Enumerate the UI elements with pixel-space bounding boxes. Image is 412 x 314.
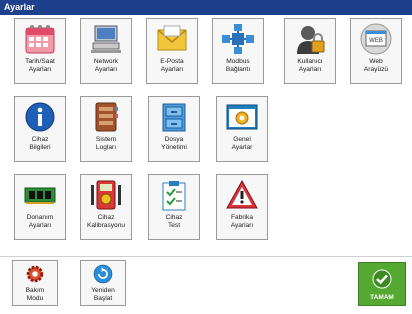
warning-icon (225, 179, 259, 211)
info-icon (23, 101, 57, 133)
tile-label: Yeniden Başlat (91, 287, 115, 302)
tile-label: Tarih/Saat Ayarları (25, 58, 55, 73)
tile-device-info[interactable]: Cihaz Bilgileri (14, 96, 66, 162)
tile-calibration[interactable]: Cihaz Kalibrasyonu (80, 174, 132, 240)
tile-web[interactable]: WEB Web Arayüzü (350, 18, 402, 84)
web-browser-icon: WEB (359, 23, 393, 55)
tile-user[interactable]: Kullanıcı Ayarları (284, 18, 336, 84)
tile-maintenance-mode[interactable]: Bakım Modu (12, 260, 58, 306)
tile-label: Donanım Ayarları (26, 214, 54, 229)
tile-system-logs[interactable]: Sistem Logları (80, 96, 132, 162)
tile-label: Dosya Yönetimi (161, 136, 187, 151)
circuit-board-icon (23, 179, 57, 211)
checkmark-icon (372, 269, 392, 294)
tile-restart[interactable]: Yeniden Başlat (80, 260, 126, 306)
tile-network[interactable]: Network Ayarları (80, 18, 132, 84)
tile-label: Genel Ayarlar (231, 136, 253, 151)
tile-label: Cihaz Test (165, 214, 183, 229)
gear-icon (22, 263, 48, 285)
restart-icon (90, 263, 116, 285)
settings-window-icon (225, 101, 259, 133)
tile-email[interactable]: E-Posta Ayarları (146, 18, 198, 84)
tile-label: Bakım Modu (25, 287, 45, 302)
tile-label: Web Arayüzü (363, 58, 389, 73)
calendar-icon (23, 23, 57, 55)
computer-network-icon (89, 23, 123, 55)
file-cabinet-icon (157, 101, 191, 133)
multimeter-icon (89, 179, 123, 211)
tile-device-test[interactable]: Cihaz Test (148, 174, 200, 240)
tile-label: Cihaz Bilgileri (29, 136, 51, 151)
tile-file-manager[interactable]: Dosya Yönetimi (148, 96, 200, 162)
network-nodes-icon (221, 23, 255, 55)
tile-label: Modbus Bağlantı (225, 58, 251, 73)
tile-label: Fabrika Ayarları (230, 214, 254, 229)
tile-label: Cihaz Kalibrasyonu (86, 214, 126, 229)
user-lock-icon (293, 23, 327, 55)
tile-label: Sistem Logları (95, 136, 117, 151)
envelope-icon (155, 23, 189, 55)
tile-label: E-Posta Ayarları (160, 58, 184, 73)
tile-hardware[interactable]: Donanım Ayarları (14, 174, 66, 240)
window-title: Ayarlar (0, 0, 412, 15)
tile-label: Network Ayarları (93, 58, 119, 73)
tile-general-settings[interactable]: Genel Ayarlar (216, 96, 268, 162)
ok-button[interactable]: TAMAM (358, 262, 406, 306)
logbook-icon (89, 101, 123, 133)
tile-modbus[interactable]: Modbus Bağlantı (212, 18, 264, 84)
tile-date-time[interactable]: Tarih/Saat Ayarları (14, 18, 66, 84)
tile-factory-reset[interactable]: Fabrika Ayarları (216, 174, 268, 240)
svg-text:WEB: WEB (369, 38, 383, 44)
ok-button-label: TAMAM (370, 294, 394, 301)
clipboard-check-icon (157, 179, 191, 211)
tile-label: Kullanıcı Ayarları (297, 58, 323, 73)
bottom-toolbar (0, 256, 412, 314)
